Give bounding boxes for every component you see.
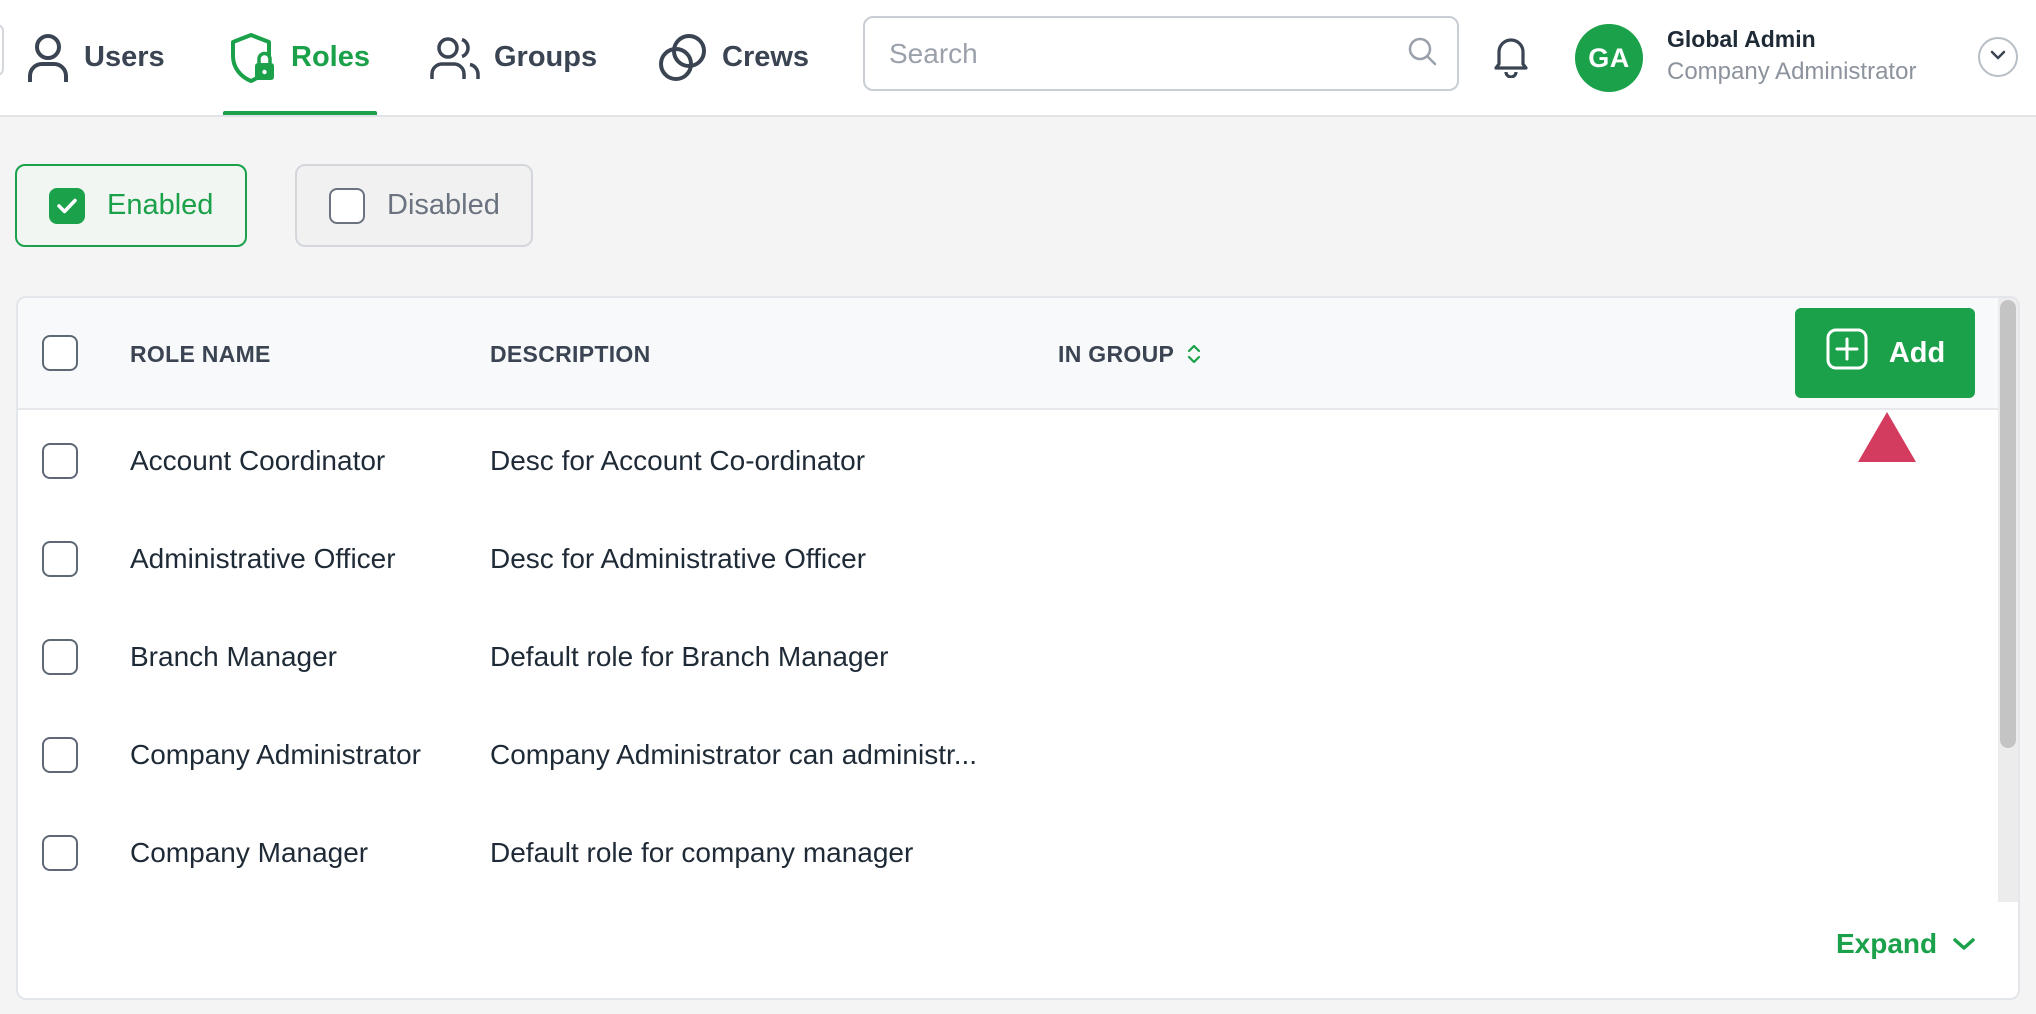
role-name-cell: Account Coordinator	[130, 445, 386, 476]
description-cell: Company Administrator can administr...	[490, 739, 978, 770]
row-checkbox[interactable]	[42, 737, 78, 773]
tab-users-label: Users	[84, 41, 165, 73]
tab-roles-label: Roles	[291, 41, 370, 73]
table-row[interactable]: Company Manager Default role for company…	[18, 804, 1998, 902]
plus-square-icon	[1825, 327, 1869, 379]
description-cell: Default role for company manager	[490, 837, 914, 868]
filter-enabled-toggle[interactable]: Enabled	[15, 164, 247, 247]
tab-users[interactable]: Users	[26, 0, 165, 115]
chevron-down-icon	[1951, 928, 1977, 960]
avatar[interactable]: GA	[1575, 24, 1643, 92]
user-icon	[26, 32, 70, 84]
user-role: Company Administrator	[1667, 58, 1917, 85]
user-menu-button[interactable]	[1978, 37, 2018, 77]
description-cell: Desc for Account Co-ordinator	[490, 445, 866, 476]
row-checkbox[interactable]	[42, 835, 78, 871]
role-name-cell: Company Administrator	[130, 739, 422, 770]
description-cell: Desc for Administrative Officer	[490, 543, 867, 574]
users-icon	[430, 35, 480, 81]
user-name: Global Admin	[1667, 26, 1816, 52]
add-role-button[interactable]: Add	[1795, 308, 1975, 398]
top-navigation-bar: Users Roles Groups Crews Search GA Globa…	[0, 0, 2036, 117]
row-checkbox[interactable]	[42, 639, 78, 675]
table-row[interactable]: Administrative Officer Desc for Administ…	[18, 510, 1998, 608]
filter-disabled-label: Disabled	[387, 189, 500, 221]
sort-icon[interactable]	[1186, 342, 1202, 366]
table-scrollbar-thumb[interactable]	[2000, 300, 2016, 748]
collapsed-panel-edge[interactable]	[0, 24, 4, 76]
checkbox-unchecked-icon	[329, 187, 365, 224]
tab-roles[interactable]: Roles	[223, 0, 377, 115]
column-header-in-group-label: IN GROUP	[1058, 340, 1175, 367]
search-box	[863, 16, 1459, 91]
role-name-cell: Branch Manager	[130, 641, 338, 672]
row-checkbox[interactable]	[42, 443, 78, 479]
search-icon[interactable]	[1407, 36, 1437, 71]
shield-lock-icon	[229, 32, 277, 84]
table-header: ROLE NAME DESCRIPTION IN GROUP Add	[18, 298, 2018, 410]
pointer-marker-icon	[1858, 412, 1916, 462]
column-header-description[interactable]: DESCRIPTION	[490, 298, 650, 410]
notifications-bell-icon[interactable]	[1491, 34, 1531, 79]
table-row[interactable]: Company Administrator Company Administra…	[18, 706, 1998, 804]
checkbox-checked-icon	[49, 187, 85, 224]
description-cell: Default role for Branch Manager	[490, 641, 889, 672]
tab-groups-label: Groups	[494, 41, 598, 73]
tab-groups[interactable]: Groups	[430, 0, 597, 115]
role-name-cell: Administrative Officer	[130, 543, 396, 574]
roles-table: ROLE NAME DESCRIPTION IN GROUP Add Accou	[16, 296, 2020, 1000]
column-header-in-group[interactable]: IN GROUP	[1058, 298, 1202, 410]
chevron-down-icon	[1989, 48, 2007, 66]
role-name-cell: Company Manager	[130, 837, 369, 868]
filter-enabled-label: Enabled	[107, 189, 214, 221]
select-all-checkbox[interactable]	[42, 335, 78, 371]
row-checkbox[interactable]	[42, 541, 78, 577]
expand-button[interactable]: Expand	[1836, 928, 1977, 960]
tab-crews-label: Crews	[722, 41, 810, 73]
add-button-label: Add	[1888, 336, 1946, 369]
circles-icon	[658, 33, 708, 83]
table-row[interactable]: Branch Manager Default role for Branch M…	[18, 608, 1998, 706]
filter-disabled-toggle[interactable]: Disabled	[295, 164, 533, 247]
expand-label: Expand	[1836, 928, 1938, 959]
table-row[interactable]: Account Coordinator Desc for Account Co-…	[18, 412, 1998, 510]
search-input[interactable]	[889, 37, 1407, 70]
column-header-role-name[interactable]: ROLE NAME	[130, 298, 271, 410]
tab-crews[interactable]: Crews	[658, 0, 809, 115]
